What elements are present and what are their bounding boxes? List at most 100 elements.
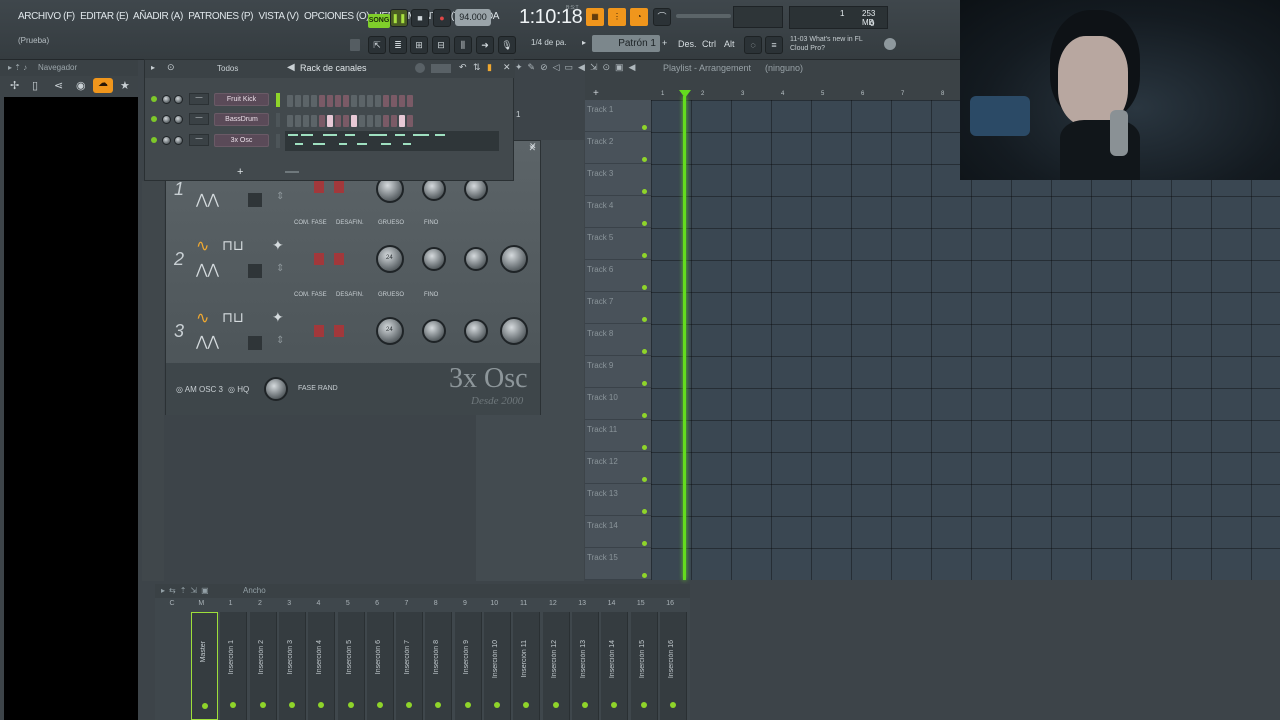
track-mute-led[interactable] [642,413,647,418]
track-mute-led[interactable] [642,317,647,322]
playlist-ruler[interactable]: 1 2 3 4 5 6 7 8 [651,90,960,100]
osc-1-saw-icon[interactable]: ⋀⋀ [196,191,219,208]
osc-2-pan-fader[interactable] [314,253,324,265]
channel-1-pan-knob[interactable] [162,95,171,104]
playlist-track-header[interactable]: Track 6 [585,260,651,292]
channel-3-mute-led[interactable] [151,137,157,143]
toggle-des[interactable]: Des. [678,39,697,49]
navigator-panel[interactable] [4,97,138,720]
channel-1-step[interactable] [343,95,349,107]
channel-2-step[interactable] [375,115,381,127]
channel-2-step[interactable] [407,115,413,127]
mixer-strip-led[interactable] [318,702,325,708]
mixer-strip-insert[interactable]: Inserción 16 [659,612,687,720]
pattern-arrow-icon[interactable]: ▸ [582,38,590,50]
osc-2-sine-icon[interactable]: ∿ [196,236,209,256]
add-pattern-icon[interactable]: + [662,38,667,48]
channel-3-mixer-track[interactable]: — [189,134,209,146]
channel-1-step[interactable] [399,95,405,107]
plugin-picker-icon[interactable]: ⫼ [454,36,472,54]
channel-3-pan-knob[interactable] [162,136,171,145]
osc-1-volume-fader[interactable] [334,181,344,193]
osc-3-mix-knob[interactable] [500,317,528,345]
mixer-strip-led[interactable] [494,702,500,708]
osc-3-custom-icon[interactable] [248,336,262,350]
osc-2-volume-fader[interactable] [334,253,344,265]
channel-1-step[interactable] [319,95,325,107]
channel-2-step[interactable] [391,115,397,127]
channel-1-mixer-track[interactable]: — [189,93,209,105]
track-mute-led[interactable] [642,285,647,290]
mixer-strip-led[interactable] [464,702,471,708]
osc-3-sine-icon[interactable]: ∿ [196,308,209,328]
rack-piano-icon[interactable]: ▮ [487,62,492,73]
track-mute-led[interactable] [642,445,647,450]
pause-button[interactable]: ❚❚ [390,9,408,27]
mixer-strip-insert[interactable]: Inserción 14 [601,612,629,720]
channel-2-step[interactable] [343,115,349,127]
playlist-track-header[interactable]: Track 9 [585,356,651,388]
track-mute-led[interactable] [642,125,647,130]
channel-1-step[interactable] [335,95,341,107]
channel-1-step[interactable] [311,95,317,107]
mixer-strip-insert[interactable]: Inserción 8 [425,612,453,720]
share-icon[interactable]: ⋖ [54,79,63,92]
osc-3-stereo-knob[interactable] [464,319,488,343]
playlist-scrollbar[interactable] [651,76,960,90]
mixer-strip-master[interactable]: Master [191,612,218,720]
playlist-track-header[interactable]: Track 11 [585,420,651,452]
channel-1-step[interactable] [359,95,365,107]
channel-1-volume-knob[interactable] [174,95,183,104]
am-osc3-toggle[interactable]: ◎ AM OSC 3 [176,385,223,394]
channel-2-name[interactable]: BassDrum [214,113,269,126]
typing-keyboard-icon[interactable]: ▦ [586,8,604,26]
star-icon[interactable]: ★ [120,79,130,92]
microphone-icon[interactable]: 🎙 [498,36,516,54]
channel-rack-icon[interactable]: ⊞ [410,36,428,54]
playlist-icon[interactable]: ⇱ [368,36,386,54]
channel-3-piano-preview[interactable] [285,131,499,151]
mixer-strip-led[interactable] [376,702,383,708]
menu-anadir[interactable]: AÑADIR (A) [133,11,183,22]
playlist-arrangement[interactable]: (ninguno) [765,63,803,73]
osc-3-volume-fader[interactable] [334,325,344,337]
pattern-selector[interactable]: Patrón 1 [592,35,660,52]
track-mute-led[interactable] [642,189,647,194]
osc-3-square-icon[interactable]: ⊓⊔ [222,309,244,326]
channel-2-pan-knob[interactable] [162,115,171,124]
mixer-strip-insert[interactable]: Inserción 4 [308,612,336,720]
playlist-track-header[interactable]: Track 14 [585,516,651,548]
mixer-strip-insert[interactable]: Inserción 11 [513,612,541,720]
osc-3-saw-icon[interactable]: ⋀⋀ [196,333,219,350]
stop-button[interactable]: ■ [411,9,429,27]
mixer-strip-led[interactable] [611,702,618,708]
snap-selector[interactable]: 1/4 de pa. [531,38,567,47]
menu-opciones[interactable]: OPCIONES (O) [304,11,370,22]
phase-rand-knob[interactable] [264,377,288,401]
playlist-track-header[interactable]: Track 4 [585,196,651,228]
rack-swing-knob[interactable] [415,63,425,73]
channel-2-step[interactable] [399,115,405,127]
mixer-strip-led[interactable] [202,703,208,709]
globe-icon[interactable] [884,38,896,50]
channel-2-step[interactable] [319,115,325,127]
channel-1-step[interactable] [351,95,357,107]
mixer-strip-led[interactable] [347,702,354,708]
osc-1-noise-icon[interactable] [248,193,262,207]
plugin-icon[interactable]: ◉ [76,79,86,92]
osc-2-noise-wave-icon[interactable]: ✦ [272,237,284,254]
channel-1-step[interactable] [295,95,301,107]
channel-1-step[interactable] [327,95,333,107]
track-mute-led[interactable] [642,157,647,162]
mixer-strip-led[interactable] [669,702,676,708]
playlist-track-header[interactable]: Track 8 [585,324,651,356]
expand-icon[interactable]: ✢ [10,79,19,92]
osc-2-stereo-knob[interactable] [464,247,488,271]
playlist-track-header[interactable]: Track 1 [585,100,651,132]
rack-close-icon[interactable]: ✕ [503,62,511,73]
channel-1-step[interactable] [287,95,293,107]
playlist-track-header[interactable]: Track 10 [585,388,651,420]
rack-options-icon[interactable]: ⊙ [167,62,175,73]
navigator-arrow-icon[interactable]: ▸ ⇡ ♪ [8,63,27,72]
menu-editar[interactable]: EDITAR (E) [80,11,128,22]
